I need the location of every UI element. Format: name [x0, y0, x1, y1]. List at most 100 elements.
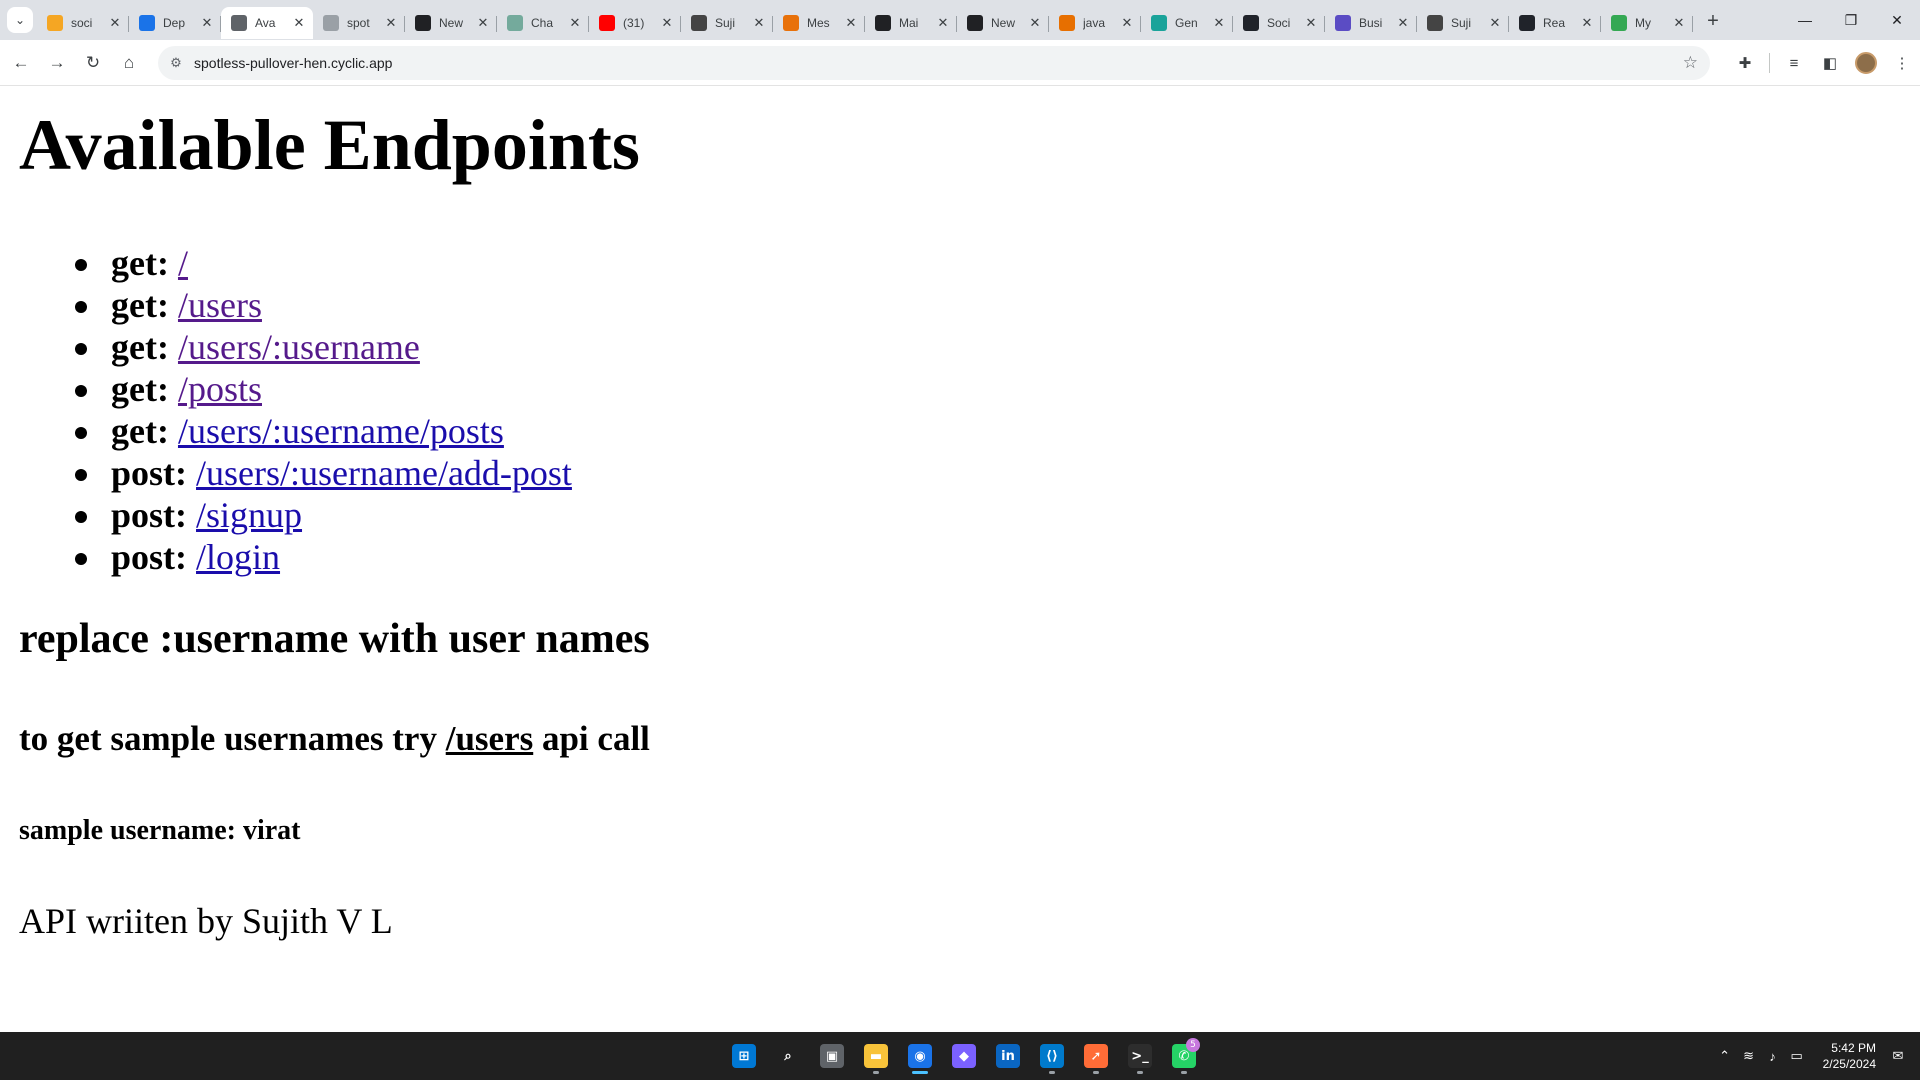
favicon-icon — [323, 15, 339, 31]
favicon-icon — [1059, 15, 1075, 31]
minimize-button[interactable]: — — [1782, 0, 1828, 40]
url-text[interactable]: spotless-pullover-hen.cyclic.app — [194, 55, 392, 71]
tab[interactable]: Mes ✕ — [773, 7, 865, 39]
tab-close-icon[interactable]: ✕ — [1119, 15, 1135, 31]
sample-hint-before: to get sample usernames try — [19, 719, 446, 758]
endpoint-link[interactable]: /users/:username/posts — [178, 411, 504, 451]
tab-close-icon[interactable]: ✕ — [475, 15, 491, 31]
endpoint-method: get: — [111, 285, 169, 325]
taskbar-app-linkedin[interactable]: in — [986, 1036, 1030, 1076]
tab-close-icon[interactable]: ✕ — [291, 15, 307, 31]
tab[interactable]: Suji ✕ — [681, 7, 773, 39]
tab-close-icon[interactable]: ✕ — [383, 15, 399, 31]
clock[interactable]: 5:42 PM 2/25/2024 — [1823, 1040, 1876, 1072]
address-bar[interactable]: ⚙ spotless-pullover-hen.cyclic.app ☆ — [158, 46, 1710, 80]
tab[interactable]: Mai ✕ — [865, 7, 957, 39]
new-tab-button[interactable]: + — [1699, 7, 1727, 35]
reload-button[interactable]: ↻ — [76, 46, 110, 80]
extensions-button[interactable]: ✚ — [1727, 46, 1763, 80]
tab[interactable]: (31) ✕ — [589, 7, 681, 39]
endpoint-link[interactable]: /users/:username — [178, 327, 420, 367]
tab[interactable]: Gen ✕ — [1141, 7, 1233, 39]
tab[interactable]: Dep ✕ — [129, 7, 221, 39]
tab-close-icon[interactable]: ✕ — [1303, 15, 1319, 31]
tab-close-icon[interactable]: ✕ — [935, 15, 951, 31]
restore-button[interactable]: ❐ — [1828, 0, 1874, 40]
taskbar-app-vscode[interactable]: ⟨⟩ — [1030, 1036, 1074, 1076]
tab-close-icon[interactable]: ✕ — [659, 15, 675, 31]
taskbar-app-search[interactable]: ⌕ — [766, 1036, 810, 1076]
tab-close-icon[interactable]: ✕ — [843, 15, 859, 31]
battery-icon[interactable]: ▭ — [1785, 1048, 1809, 1064]
tab[interactable]: spot ✕ — [313, 7, 405, 39]
side-panel-button[interactable]: ◧ — [1812, 46, 1848, 80]
endpoint-link[interactable]: / — [178, 243, 188, 283]
forward-button[interactable]: → — [40, 46, 74, 80]
taskbar: ⊞ ⌕ ▣ ▬ ◉ ◆ in ⟨⟩ ➚ >_ ✆ 5 ⌃ ≋ ♪ ▭ 5:42 PM 2/25/202… — [0, 1032, 1920, 1080]
profile-button[interactable] — [1848, 46, 1884, 80]
taskbar-app-start[interactable]: ⊞ — [722, 1036, 766, 1076]
show-hidden-icons-icon[interactable]: ⌃ — [1713, 1048, 1737, 1064]
endpoint-link[interactable]: /signup — [196, 495, 302, 535]
tab[interactable]: Cha ✕ — [497, 7, 589, 39]
tab[interactable]: soci ✕ — [37, 7, 129, 39]
page-title: Available Endpoints — [19, 105, 640, 185]
home-button[interactable]: ⌂ — [112, 46, 146, 80]
endpoint-item: get: /posts — [75, 368, 572, 410]
back-button[interactable]: ← — [4, 46, 38, 80]
users-link[interactable]: /users — [446, 719, 534, 758]
bookmark-star-icon[interactable]: ☆ — [1683, 53, 1698, 73]
endpoint-item: get: /users/:username/posts — [75, 410, 572, 452]
clock-time: 5:42 PM — [1831, 1041, 1876, 1055]
endpoint-link[interactable]: /users/:username/add-post — [196, 453, 572, 493]
terminal-icon: >_ — [1128, 1044, 1152, 1068]
tab-close-icon[interactable]: ✕ — [107, 15, 123, 31]
taskbar-app-chrome[interactable]: ◉ — [898, 1036, 942, 1076]
tab[interactable]: Suji ✕ — [1417, 7, 1509, 39]
favicon-icon — [875, 15, 891, 31]
file-explorer-icon: ▬ — [864, 1044, 888, 1068]
tab-close-icon[interactable]: ✕ — [1579, 15, 1595, 31]
home-icon: ⌂ — [123, 52, 135, 72]
wifi-icon[interactable]: ≋ — [1737, 1048, 1761, 1064]
tab-close-icon[interactable]: ✕ — [1211, 15, 1227, 31]
tab[interactable]: My ✕ — [1601, 7, 1693, 39]
tab-title: java — [1083, 16, 1106, 30]
menu-button[interactable]: ⋮ — [1884, 46, 1920, 80]
endpoint-link[interactable]: /users — [178, 285, 262, 325]
taskbar-app-postman[interactable]: ➚ — [1074, 1036, 1118, 1076]
volume-icon[interactable]: ♪ — [1761, 1049, 1785, 1064]
tab[interactable]: Ava ✕ — [221, 7, 313, 39]
tab-close-icon[interactable]: ✕ — [1395, 15, 1411, 31]
tab[interactable]: Soci ✕ — [1233, 7, 1325, 39]
tab[interactable]: New ✕ — [957, 7, 1049, 39]
arrow-left-icon: ← — [12, 52, 30, 72]
favicon-icon — [415, 15, 431, 31]
endpoint-link[interactable]: /login — [196, 537, 280, 577]
tab-close-icon[interactable]: ✕ — [199, 15, 215, 31]
close-window-button[interactable]: ✕ — [1874, 0, 1920, 40]
taskbar-app-file-explorer[interactable]: ▬ — [854, 1036, 898, 1076]
media-control-button[interactable]: ≡ — [1776, 46, 1812, 80]
tab-title: Dep — [163, 16, 186, 30]
tab[interactable]: New ✕ — [405, 7, 497, 39]
tab-close-icon[interactable]: ✕ — [1027, 15, 1043, 31]
taskbar-app-app-purple[interactable]: ◆ — [942, 1036, 986, 1076]
tab-close-icon[interactable]: ✕ — [1487, 15, 1503, 31]
tab-close-icon[interactable]: ✕ — [1671, 15, 1687, 31]
tab-close-icon[interactable]: ✕ — [751, 15, 767, 31]
vscode-icon: ⟨⟩ — [1040, 1044, 1064, 1068]
taskbar-app-whatsapp[interactable]: ✆ 5 — [1162, 1036, 1206, 1076]
notification-icon[interactable]: ✉ — [1886, 1048, 1910, 1064]
tab-close-icon[interactable]: ✕ — [567, 15, 583, 31]
taskbar-app-task-view[interactable]: ▣ — [810, 1036, 854, 1076]
taskbar-app-terminal[interactable]: >_ — [1118, 1036, 1162, 1076]
tab-search-button[interactable]: ⌄ — [7, 7, 33, 33]
tab-title: spot — [347, 16, 370, 30]
endpoint-link[interactable]: /posts — [178, 369, 262, 409]
endpoint-item: get: /users/:username — [75, 326, 572, 368]
tab[interactable]: Busi ✕ — [1325, 7, 1417, 39]
site-info-icon[interactable]: ⚙ — [158, 55, 194, 71]
tab[interactable]: Rea ✕ — [1509, 7, 1601, 39]
tab[interactable]: java ✕ — [1049, 7, 1141, 39]
